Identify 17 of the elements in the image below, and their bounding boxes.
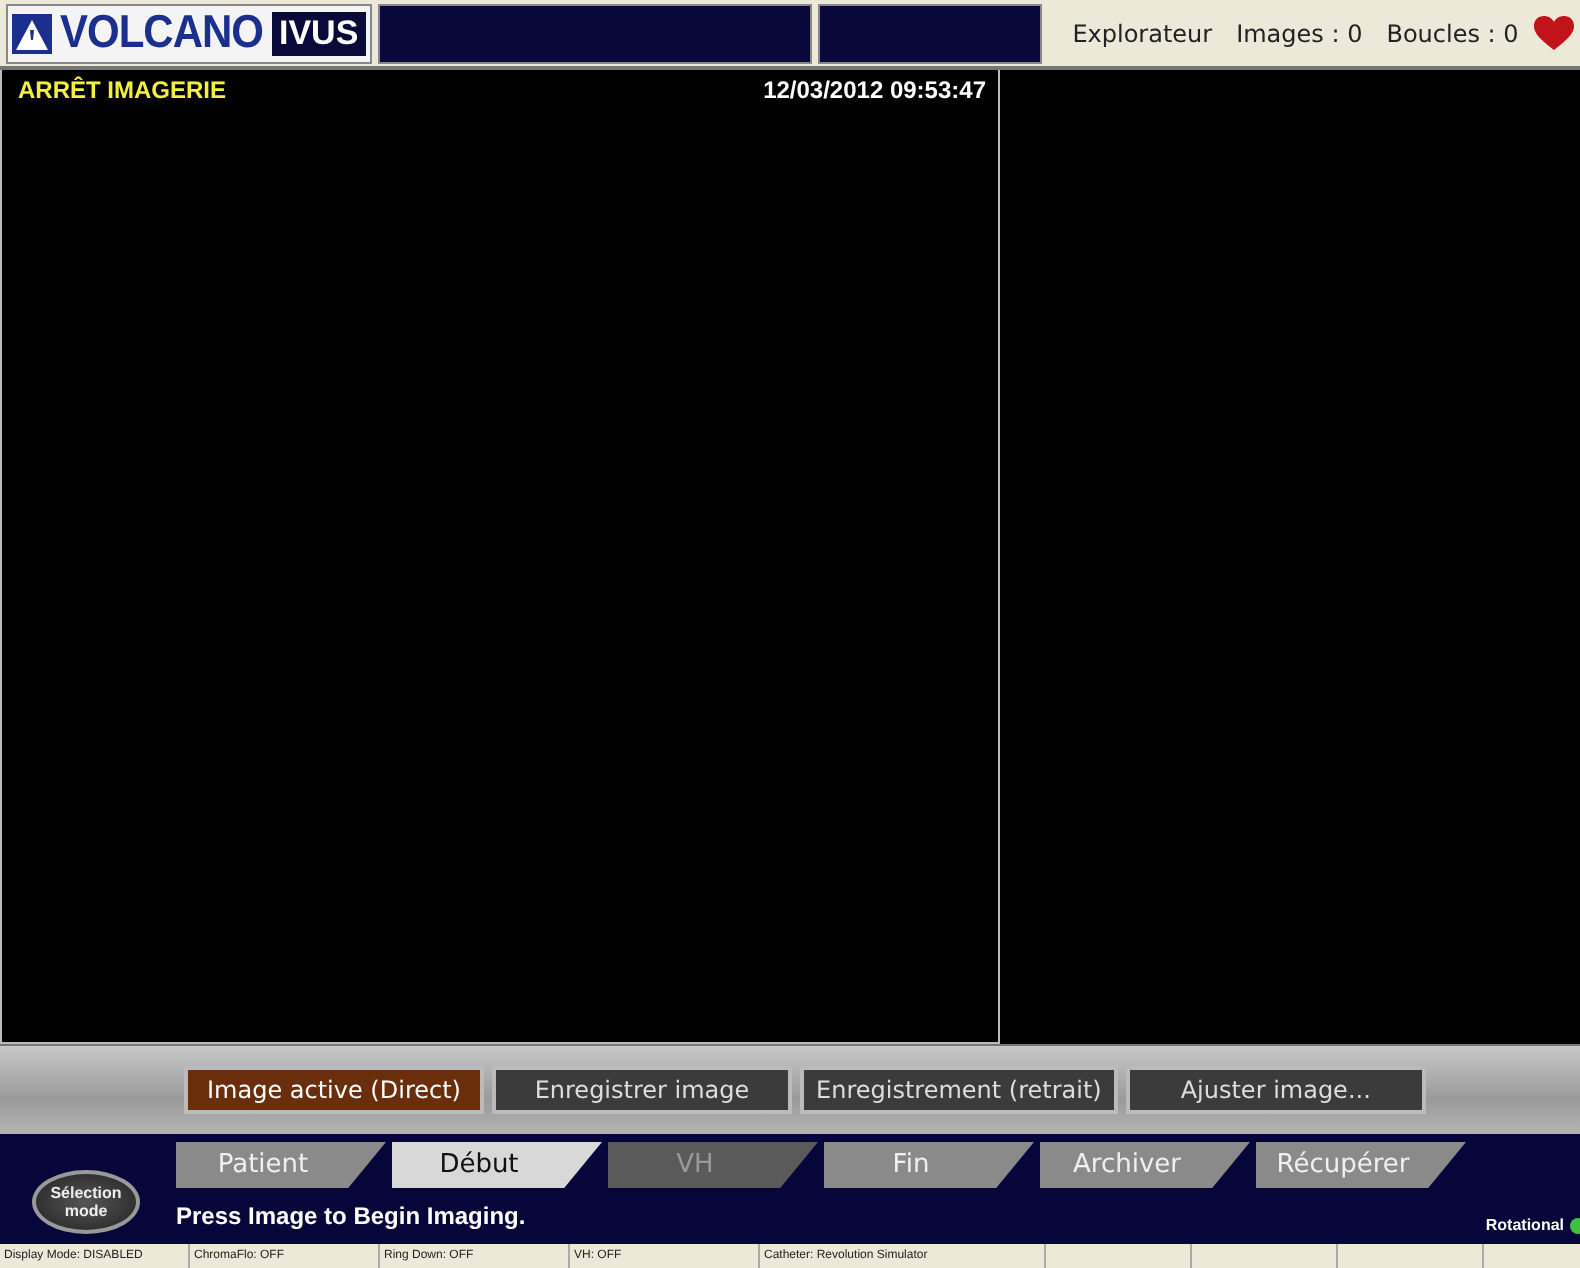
catheter-mode-label: Rotational <box>1485 1216 1564 1234</box>
timestamp: 12/03/2012 09:53:47 <box>763 76 986 104</box>
header-item[interactable]: Boucles : 0 <box>1386 19 1519 47</box>
header-item[interactable]: Images : 0 <box>1236 19 1363 47</box>
mountain-icon <box>12 13 52 53</box>
product-label: IVUS <box>271 11 367 55</box>
instruction-message: Press Image to Begin Imaging. <box>176 1201 528 1229</box>
header-item[interactable]: Explorateur <box>1072 19 1213 47</box>
action-button[interactable]: Enregistrer image <box>492 1066 792 1114</box>
action-button[interactable]: Enregistrement (retrait) <box>800 1066 1118 1114</box>
action-button[interactable]: Image active (Direct) <box>184 1066 484 1114</box>
logo-text: VOLCANO <box>60 6 263 60</box>
imaging-status: ARRÊT IMAGERIE <box>18 76 227 104</box>
heart-icon <box>1534 15 1575 51</box>
action-button[interactable]: Ajuster image... <box>1125 1066 1426 1114</box>
nav-tab[interactable]: Début <box>392 1142 602 1188</box>
selection-mode-button[interactable]: Sélection mode <box>32 1170 140 1234</box>
